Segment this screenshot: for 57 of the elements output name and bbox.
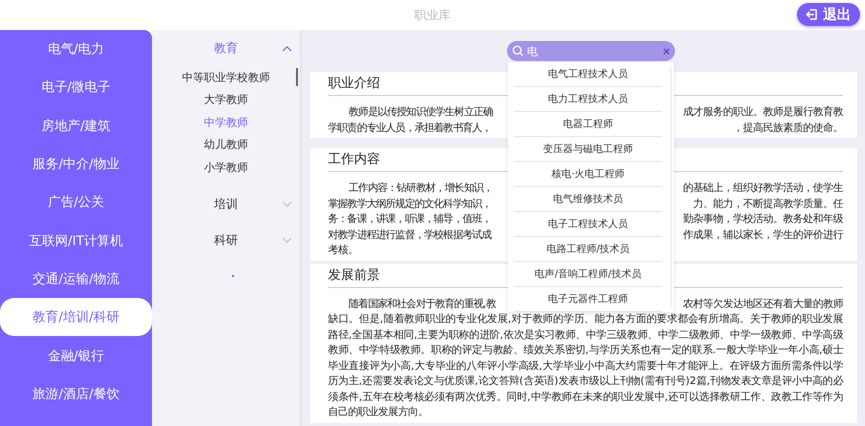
- suggestion-item[interactable]: 电子元器件工程师: [514, 287, 662, 312]
- scrollbar-thumb[interactable]: [296, 68, 298, 86]
- category-item[interactable]: 交通/运输/物流: [0, 260, 152, 298]
- paragraph-text: 成才服务的职业。教师是履行教育教: [683, 105, 843, 120]
- search-icon: [512, 45, 524, 57]
- tree-leaf[interactable]: 小学教师: [152, 156, 300, 178]
- clear-icon[interactable]: [663, 48, 670, 54]
- paragraph-text: 掌握教学大纲所规定的文化科学知识，: [328, 196, 492, 212]
- suggestion-item[interactable]: 电力工程技术人员: [514, 87, 662, 112]
- category-item[interactable]: 旅游/酒店/餐饮: [0, 374, 152, 413]
- paragraph-text: 教师是以传授知识使学生树立正确: [348, 105, 493, 120]
- category-item[interactable]: 电气/电力: [0, 30, 152, 68]
- logout-button[interactable]: 退出: [797, 3, 860, 26]
- paragraph-text: 教师、中学特级教师。职称的评定与教龄、绩效关系密切,与学历关系也有一定的联系.一般大学毕业一年小高,硕士: [328, 344, 843, 356]
- suggestion-item[interactable]: 电路工程师/技术员: [514, 237, 662, 262]
- paragraph-text: 农村等欠发达地区还有着大量的教师: [683, 296, 843, 312]
- paragraph-text: 勤杂事物，学校活动。教务处和年级: [683, 212, 843, 227]
- paragraph-text: 路径,全国基本相同,主要为职称的进阶,依次是实习教师、中学三级教师、中学二级教师、中学一级教师、中学高级: [328, 328, 843, 340]
- dot-mark: [232, 275, 234, 277]
- paragraph-text: 学职责的专业人员，承担着教书育人，: [328, 120, 492, 136]
- tree-leaf[interactable]: 中学教师: [152, 111, 300, 134]
- category-item[interactable]: 教育/培训/科研: [0, 298, 152, 336]
- tree-node[interactable]: 培训: [152, 186, 300, 222]
- logout-icon: [805, 8, 818, 21]
- paragraph-text: 须条件,五年在校考核必须有两次优秀。同时,中学教师在未来的职业发展中,还可以选择教研工作、政教工作等作为: [328, 390, 843, 402]
- paragraph-text: 随着国家和社会对于教育的重视,教: [348, 296, 496, 312]
- suggestion-item[interactable]: 电子工程技术人员: [514, 212, 662, 237]
- paragraph-text: 工作内容：钻研教材，增长知识，: [348, 181, 493, 196]
- window-title: 职业库: [414, 6, 450, 24]
- category-item[interactable]: 金融/银行: [0, 336, 152, 375]
- tree-leaf[interactable]: 大学教师: [152, 88, 300, 111]
- suggestion-item[interactable]: 电气维修技术员: [514, 187, 662, 212]
- paragraph-text: 作成果，辅以家长，学生的评价进行: [683, 228, 843, 242]
- suggestion-item[interactable]: 电气工程技术人员: [514, 62, 662, 87]
- paragraph-text: 毕业直接评为小高,大专毕业的八年评小学高级,大学毕业小中高大约需要十年才能评上。在评级方面所需条件以学: [328, 360, 843, 372]
- tree-leaf[interactable]: 中等职业学校教师: [152, 66, 300, 88]
- paragraph-text: 务：备课，讲课，听课，辅导，值班，: [328, 212, 492, 227]
- tree-node[interactable]: 教育: [152, 30, 300, 66]
- paragraph-text: 的基础上，组织好教学活动，使学生: [683, 181, 843, 196]
- suggestion-item[interactable]: 电器工程师: [514, 112, 662, 137]
- paragraph-text: 考核。: [328, 244, 358, 256]
- paragraph-text: 缺口。但是,随着教师职业的专业化发展,对于教师的学历、能力各方面的要求都会有所增高。关于教师的职业发展: [328, 313, 843, 325]
- paragraph-text: 自己的职业发展方向。: [328, 406, 428, 418]
- category-item[interactable]: 电子/微电子: [0, 68, 152, 107]
- suggestion-item[interactable]: 核电·火电工程师: [514, 162, 662, 187]
- paragraph-text: 力、能力，不断提高教学质量。任: [693, 196, 843, 212]
- tree-leaf[interactable]: 幼儿教师: [152, 134, 300, 156]
- paragraph-text: 历为主,还需要发表论文与优质课,论文答辩(含英语)发表市级以上刊物(需有刊号)2篇,刊物发表文章是评小中高的必: [328, 375, 843, 387]
- category-item[interactable]: 房地产/建筑: [0, 106, 152, 145]
- category-item[interactable]: 广告/公关: [0, 183, 152, 222]
- suggestion-item[interactable]: 电声/音响工程师/技术员: [514, 262, 662, 287]
- tree-node[interactable]: 科研: [152, 222, 300, 258]
- category-item[interactable]: 服务/中介/物业: [0, 144, 152, 184]
- category-item[interactable]: 互联网/IT计算机: [0, 221, 152, 260]
- paragraph-text: 对教学进程进行监督，学校根据考试成: [328, 228, 492, 242]
- suggestion-item[interactable]: 变压器与磁电工程师: [514, 137, 662, 162]
- paragraph-text: ，提高民族素质的使命。: [733, 120, 843, 136]
